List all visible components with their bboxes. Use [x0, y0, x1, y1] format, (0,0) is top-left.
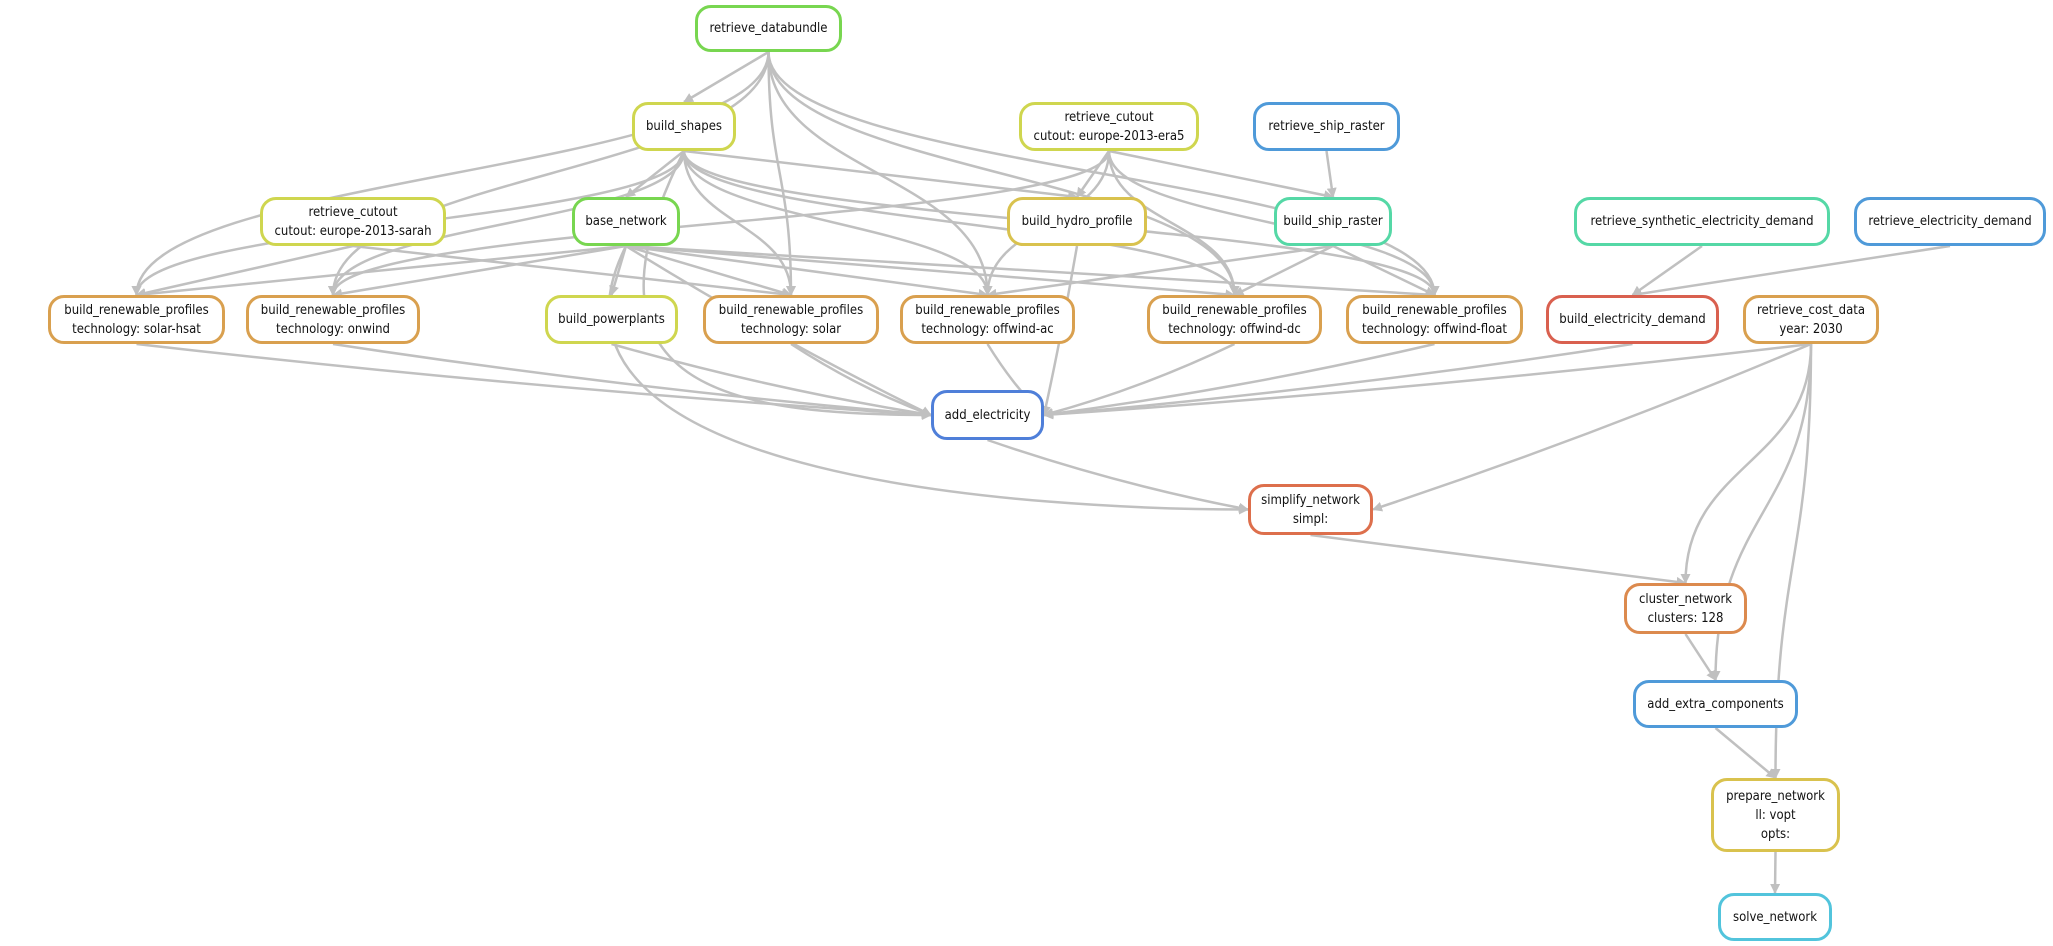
node-rule-name: build_renewable_profiles [1162, 302, 1307, 318]
node-rule-name: build_hydro_profile [1021, 214, 1133, 229]
edge-retrieve_cutout_sarah-to-brp_solar_hsat [135, 244, 354, 298]
workflow-dag: retrieve_databundle build_shapes retrieve_… [0, 0, 2053, 946]
node-wildcard: technology: offwind-dc [1168, 321, 1301, 337]
node-wildcard: technology: offwind-float [1361, 321, 1507, 337]
node-rule-name: retrieve_cost_data [1757, 302, 1865, 318]
edge-retrieve_cost_data-to-cluster_network [1680, 343, 1813, 584]
edge-retrieve_ship_raster-to-build_ship_raster [1325, 150, 1337, 198]
node-retrieve-databundle[interactable]: retrieve_databundle [695, 5, 842, 52]
node-build-shapes[interactable]: build_shapes [632, 102, 736, 151]
node-wildcard: technology: solar [740, 321, 842, 337]
node-wildcard: cutout: europe-2013-sarah [274, 223, 432, 239]
node-simplify-network[interactable]: simplify_network simpl: [1248, 484, 1373, 535]
node-retrieve-ship-raster[interactable]: retrieve_ship_raster [1253, 102, 1400, 151]
node-wildcard: year: 2030 [1779, 321, 1843, 337]
edge-retrieve_electricity_demand-to-build_electricity_demand [1631, 244, 1951, 299]
node-rule-name: solve_network [1733, 909, 1817, 925]
node-rule-name: add_electricity [944, 407, 1031, 423]
node-retrieve-synthetic-electricity-demand[interactable]: retrieve_synthetic_electricity_demand [1574, 197, 1830, 246]
node-wildcard: ll: vopt [1755, 807, 1796, 823]
node-prepare-network[interactable]: prepare_network ll: vopt opts: [1711, 778, 1840, 852]
node-rule-name: retrieve_ship_raster [1268, 119, 1385, 134]
node-rule-name: build_renewable_profiles [260, 302, 406, 318]
node-retrieve-cutout-sarah[interactable]: retrieve_cutout cutout: europe-2013-sarah [260, 197, 446, 246]
node-rule-name: retrieve_synthetic_electricity_demand [1590, 214, 1814, 229]
node-rule-name: build_renewable_profiles [915, 302, 1060, 318]
node-brp-onwind[interactable]: build_renewable_profiles technology: onwi… [246, 295, 420, 344]
node-rule-name: retrieve_databundle [709, 21, 828, 36]
node-brp-solar-hsat[interactable]: build_renewable_profiles technology: sola… [48, 295, 225, 344]
node-add-electricity[interactable]: add_electricity [931, 390, 1044, 440]
node-rule-name: simplify_network [1261, 492, 1360, 508]
node-rule-name: build_ship_raster [1283, 214, 1383, 229]
edge-build_shapes-to-base_network [625, 150, 685, 198]
node-brp-offwind-float[interactable]: build_renewable_profiles technology: offw… [1346, 295, 1523, 344]
node-rule-name: build_renewable_profiles [718, 302, 864, 318]
edge-add_extra_components-to-prepare_network [1714, 727, 1777, 779]
edge-simplify_network-to-cluster_network [1310, 533, 1687, 587]
node-base-network[interactable]: base_network [572, 197, 680, 246]
node-rule-name: build_renewable_profiles [64, 302, 209, 318]
node-wildcard: technology: offwind-ac [921, 321, 1054, 337]
node-rule-name: cluster_network [1638, 591, 1733, 607]
edge-brp_onwind-to-add_electricity [332, 342, 932, 420]
node-wildcard: technology: solar-hsat [72, 321, 201, 337]
node-add-extra-components[interactable]: add_extra_components [1633, 680, 1798, 728]
node-solve-network[interactable]: solve_network [1718, 893, 1832, 941]
node-rule-name: base_network [585, 214, 667, 229]
node-brp-solar[interactable]: build_renewable_profiles technology: sola… [703, 295, 879, 344]
node-rule-name: retrieve_cutout [308, 204, 398, 220]
edge-cluster_network-to-add_extra_components [1684, 633, 1717, 681]
node-build-electricity-demand[interactable]: build_electricity_demand [1546, 295, 1719, 344]
node-wildcard: technology: onwind [276, 321, 390, 337]
node-retrieve-cutout-era5[interactable]: retrieve_cutout cutout: europe-2013-era5 [1019, 102, 1199, 151]
edge-retrieve_synthetic_electricity_demand-to-build_electricity_demand [1631, 244, 1703, 297]
node-rule-name: build_renewable_profiles [1362, 302, 1507, 318]
node-wildcard: cutout: europe-2013-era5 [1033, 128, 1185, 144]
node-cluster-network[interactable]: cluster_network clusters: 128 [1624, 583, 1747, 634]
edge-prepare_network-to-solve_network [1770, 851, 1781, 894]
node-brp-offwind-dc[interactable]: build_renewable_profiles technology: offw… [1147, 295, 1322, 344]
node-retrieve-cost-data[interactable]: retrieve_cost_data year: 2030 [1743, 295, 1879, 344]
node-rule-name: build_electricity_demand [1559, 312, 1706, 327]
node-build-ship-raster[interactable]: build_ship_raster [1274, 197, 1392, 246]
edge-base_network-to-brp_offwind_float [625, 244, 1436, 300]
node-wildcard: simpl: [1292, 511, 1329, 527]
node-retrieve-electricity-demand[interactable]: retrieve_electricity_demand [1854, 197, 2046, 246]
node-wildcard: opts: [1760, 826, 1791, 842]
node-build-hydro-profile[interactable]: build_hydro_profile [1007, 197, 1147, 246]
edge-retrieve_cutout_era5-to-build_ship_raster [1108, 149, 1334, 201]
node-rule-name: build_powerplants [558, 312, 665, 327]
node-rule-name: prepare_network [1726, 788, 1825, 804]
node-rule-name: add_extra_components [1647, 696, 1784, 712]
node-brp-offwind-ac[interactable]: build_renewable_profiles technology: offw… [900, 295, 1075, 344]
edge-retrieve_databundle-to-build_shapes [683, 50, 770, 104]
edge-build_electricity_demand-to-add_electricity [1043, 342, 1633, 420]
node-wildcard: clusters: 128 [1647, 610, 1724, 626]
node-build-powerplants[interactable]: build_powerplants [545, 295, 678, 344]
node-rule-name: build_shapes [645, 119, 722, 134]
node-rule-name: retrieve_electricity_demand [1868, 214, 2032, 229]
node-rule-name: retrieve_cutout [1064, 109, 1154, 125]
edge-build_shapes-to-brp_solar [682, 150, 796, 296]
